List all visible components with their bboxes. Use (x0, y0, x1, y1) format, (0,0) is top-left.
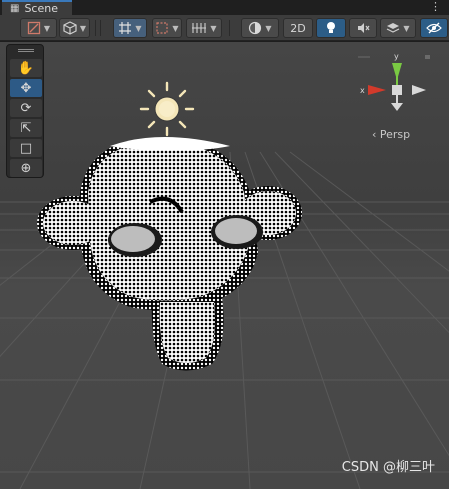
shading-cube-icon (63, 21, 77, 35)
projection-toggle[interactable]: ‹ Persp (372, 128, 410, 141)
draw-mode-icon (27, 21, 41, 35)
grid-icon: ▦ (10, 3, 20, 14)
scene-visibility-icon (426, 22, 442, 34)
gizmo-x-label: x (360, 86, 365, 95)
chevron-down-icon: ▼ (403, 23, 410, 33)
monkey-model[interactable] (37, 137, 302, 371)
chevron-down-icon: ▼ (265, 23, 272, 33)
lighting-bulb-icon (327, 22, 335, 33)
twod-label: 2D (290, 21, 306, 35)
twod-button[interactable]: 2D (283, 18, 313, 38)
tab-bar: ▦ Scene ⋮ (0, 0, 449, 15)
snap-increment-button[interactable]: ▼ (152, 18, 182, 38)
toolbar-divider (229, 20, 230, 36)
shading-button[interactable]: ▼ (59, 18, 90, 38)
effects-stack-icon (387, 23, 400, 33)
render-sphere-icon (249, 21, 262, 35)
rotate-tool-button[interactable]: ⟳ (10, 99, 42, 117)
lighting-button[interactable] (316, 18, 346, 38)
scale-tool-button[interactable]: ⇱ (10, 119, 42, 137)
grid-toggle-button[interactable]: ▼ (186, 18, 222, 38)
scene-toolbar: ▼ ▼ ▼ ▼ ▼ ▼ 2D ▼ (0, 15, 449, 41)
watermark: CSDN @柳三叶 (341, 460, 435, 475)
chevron-down-icon: ▼ (43, 23, 51, 33)
audio-button[interactable] (349, 18, 377, 38)
tab-scene-label: Scene (24, 2, 58, 15)
render-mode-button[interactable]: ▼ (241, 18, 279, 38)
chevron-down-icon: ▼ (210, 23, 217, 33)
transform-tool-icon: ⊕ (20, 160, 32, 176)
x-axis-cone[interactable] (368, 85, 386, 95)
chevron-down-icon: ▼ (79, 23, 87, 33)
kebab-icon[interactable]: ⋮ (430, 0, 441, 14)
directional-light-icon[interactable] (139, 81, 195, 137)
rect-tool-button[interactable]: □ (10, 139, 42, 157)
grid-toggle-icon (192, 23, 207, 33)
gizmo-y-label: y (394, 52, 399, 61)
tool-palette: ✋ ✥ ⟳ ⇱ □ ⊕ (6, 44, 44, 178)
hand-tool-icon: ✋ (17, 60, 35, 76)
snap-increment-icon (156, 22, 169, 34)
grid-snap-icon (119, 22, 132, 34)
scale-tool-icon: ⇱ (20, 120, 32, 136)
rect-tool-icon: □ (19, 140, 33, 156)
toolbar-divider (100, 20, 101, 36)
chevron-down-icon: ▼ (172, 23, 179, 33)
draw-mode-button[interactable]: ▼ (20, 18, 57, 38)
scene-viewport[interactable]: ✋ ✥ ⟳ ⇱ □ ⊕ y x ‹ Persp CSDN @柳三叶 (0, 42, 449, 489)
audio-mute-icon (358, 23, 370, 33)
transform-tool-button[interactable]: ⊕ (10, 159, 42, 177)
grid-snap-button[interactable]: ▼ (113, 18, 147, 38)
move-tool-button[interactable]: ✥ (10, 79, 42, 97)
hand-tool-button[interactable]: ✋ (10, 59, 42, 77)
chevron-down-icon: ▼ (135, 23, 142, 33)
scene-visibility-button[interactable] (420, 18, 448, 38)
effects-button[interactable]: ▼ (380, 18, 416, 38)
tab-scene[interactable]: ▦ Scene (2, 0, 72, 15)
toolbar-divider (95, 20, 96, 36)
rotate-tool-icon: ⟳ (20, 100, 32, 116)
drag-handle[interactable] (18, 49, 34, 52)
move-tool-icon: ✥ (20, 80, 32, 96)
